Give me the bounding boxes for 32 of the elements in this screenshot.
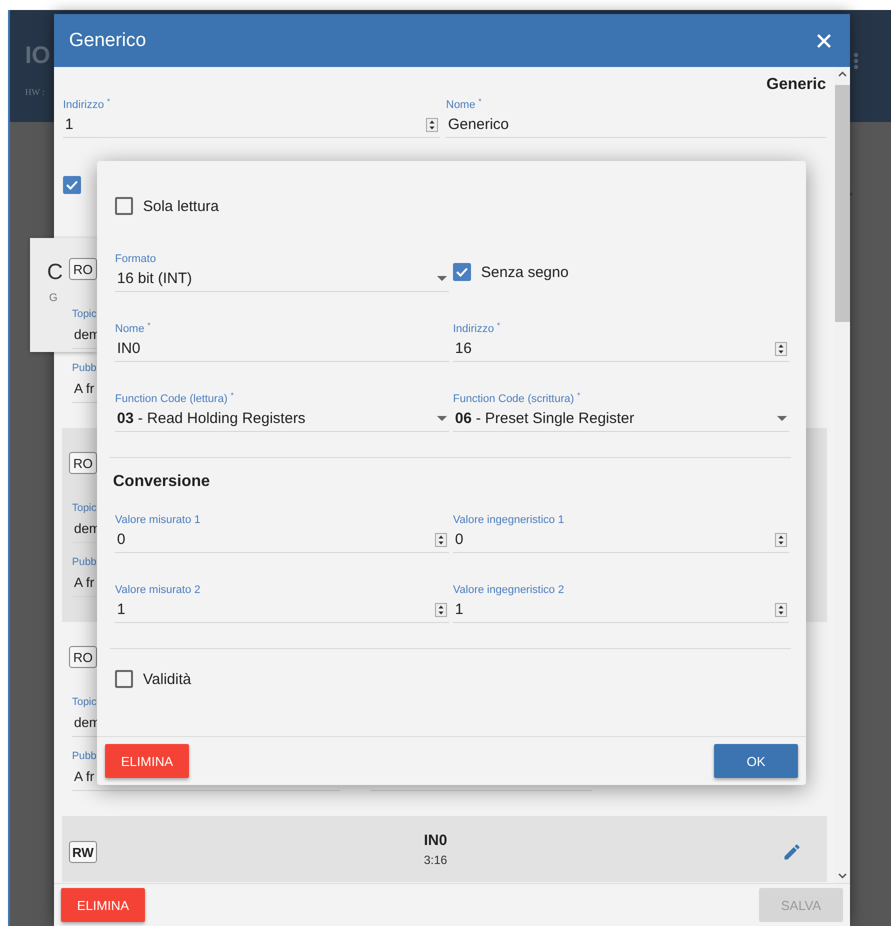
field-label: Function Code (scrittura) $^{*}$ [453, 392, 580, 406]
checkbox-label: Senza segno [481, 264, 569, 280]
field-label: Topic [72, 307, 97, 321]
field-label: Pubb [72, 555, 97, 569]
checkbox-label: Validità [143, 670, 192, 688]
access-tag: RO [69, 452, 97, 474]
field-label: Pubb [72, 749, 97, 763]
field-label: Topic [72, 501, 97, 515]
device-type: Generic [765, 75, 827, 95]
card-subtitle: G [49, 292, 58, 304]
field-label: Valore ingegneristico 1 [453, 513, 564, 527]
checkbox-label: Sola lettura [143, 198, 219, 214]
field-label: Function Code (lettura) $^{*}$ [115, 392, 234, 406]
register-address: 3:16 [424, 852, 448, 866]
field-label: Valore misurato 1 [115, 513, 200, 527]
field-label: Pubb [72, 361, 97, 375]
field-label: Indirizzo $^{*}$ [453, 322, 500, 336]
field-label: Nome $^{*}$ [115, 322, 151, 336]
field-label: Nome $^{*}$ [446, 98, 482, 112]
access-tag: RO [69, 646, 97, 668]
hw-label: HW : [25, 87, 46, 97]
field-label: Formato [115, 252, 156, 266]
register-name: IN0 [424, 832, 448, 848]
card-title: C [47, 260, 63, 284]
access-tag: RW [69, 841, 97, 863]
dialog-title: Generico [69, 30, 146, 52]
section-title: Conversione [113, 472, 211, 492]
access-tag: RO [69, 258, 97, 280]
field-label: Valore misurato 2 [115, 583, 200, 597]
field-label: Indirizzo $^{*}$ [63, 98, 110, 112]
field-label: Topic [72, 695, 97, 709]
field-label: Valore ingegneristico 2 [453, 583, 564, 597]
